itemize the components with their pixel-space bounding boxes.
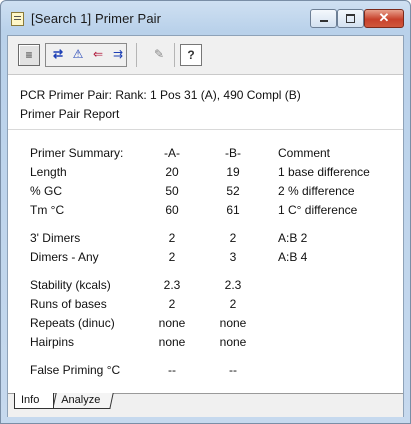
arrow-left-button[interactable]: ⇐	[87, 44, 109, 66]
comment: 1 C° difference	[278, 203, 358, 217]
comment: A:B 4	[278, 250, 308, 264]
report-icon: ≡	[25, 48, 33, 62]
toolbar-separator	[174, 43, 175, 67]
summary-heading: Primer Summary:	[30, 146, 124, 160]
column-a-header: -A-	[164, 146, 180, 160]
toolbar: ≡ ⇄ ⚠ ⇐ ⇉ ✎ ?	[8, 36, 403, 75]
report-title: Primer Pair Report	[20, 107, 120, 121]
equals-icon: ⇉	[112, 47, 124, 61]
value-a: none	[158, 316, 186, 330]
value-b: 2	[229, 297, 237, 311]
warning-button[interactable]: ⚠	[67, 44, 89, 66]
value-a: 20	[165, 165, 179, 179]
row-label: Length	[30, 165, 67, 179]
tab-strip: Info Analyze	[8, 393, 403, 417]
value-b: none	[219, 316, 247, 330]
row-label: Dimers - Any	[30, 250, 99, 264]
tab-analyze[interactable]: Analyze	[52, 393, 114, 409]
value-a: --	[168, 363, 176, 377]
row-label: False Priming °C	[30, 363, 121, 377]
row-label: Hairpins	[30, 335, 75, 349]
tab-info[interactable]: Info	[14, 393, 54, 409]
help-icon: ?	[187, 48, 195, 62]
pair-description: PCR Primer Pair: Rank: 1 Pos 31 (A), 490…	[20, 88, 301, 102]
client-area: ≡ ⇄ ⚠ ⇐ ⇉ ✎ ? PCR Primer Pair: Rank: 1 P…	[7, 35, 404, 417]
row-label: Stability (kcals)	[30, 278, 111, 292]
value-b: none	[219, 335, 247, 349]
report-view-button[interactable]: ≡	[18, 44, 40, 66]
arrow-left-icon: ⇐	[92, 47, 104, 61]
value-a: 2	[168, 297, 176, 311]
minimize-button[interactable]	[310, 9, 337, 28]
value-b: 19	[226, 165, 240, 179]
value-b: 2.3	[224, 278, 242, 292]
comment-header: Comment	[278, 146, 331, 160]
equals-button[interactable]: ⇉	[107, 44, 129, 66]
value-b: 61	[226, 203, 240, 217]
header-divider	[8, 129, 403, 130]
row-label: Runs of bases	[30, 297, 107, 311]
swap-icon: ⇄	[52, 47, 64, 61]
value-a: 50	[165, 184, 179, 198]
value-b: 2	[229, 231, 237, 245]
value-a: 60	[165, 203, 179, 217]
primer-pair-window: [Search 1] Primer Pair ✕ ≡ ⇄ ⚠ ⇐ ⇉ ✎ ? P…	[0, 0, 411, 424]
help-button[interactable]: ?	[180, 44, 202, 66]
app-icon	[11, 12, 24, 26]
close-icon: ✕	[378, 10, 390, 25]
warning-icon: ⚠	[72, 47, 84, 61]
tab-analyze-label: Analyze	[61, 394, 101, 406]
maximize-icon	[346, 13, 355, 23]
swap-button[interactable]: ⇄	[47, 44, 69, 66]
value-b: 3	[229, 250, 237, 264]
primer-button[interactable]: ✎	[148, 44, 170, 66]
value-b: --	[229, 363, 237, 377]
value-a: 2	[168, 231, 176, 245]
value-a: 2.3	[163, 278, 181, 292]
close-button[interactable]: ✕	[364, 9, 404, 28]
comment: 1 base difference	[278, 165, 370, 179]
minimize-icon	[319, 20, 328, 23]
row-label: Tm °C	[30, 203, 65, 217]
value-b: 52	[226, 184, 240, 198]
window-title: [Search 1] Primer Pair	[31, 11, 162, 26]
maximize-button[interactable]	[337, 9, 364, 28]
column-b-header: -B-	[225, 146, 241, 160]
toolbar-separator	[136, 43, 137, 67]
row-label: Repeats (dinuc)	[30, 316, 115, 330]
row-label: % GC	[30, 184, 63, 198]
value-a: none	[158, 335, 186, 349]
comment: A:B 2	[278, 231, 308, 245]
title-bar[interactable]: [Search 1] Primer Pair ✕	[1, 1, 410, 35]
value-a: 2	[168, 250, 176, 264]
tab-info-label: Info	[21, 394, 40, 406]
row-label: 3' Dimers	[30, 231, 81, 245]
primer-icon: ✎	[153, 47, 165, 61]
comment: 2 % difference	[278, 184, 355, 198]
